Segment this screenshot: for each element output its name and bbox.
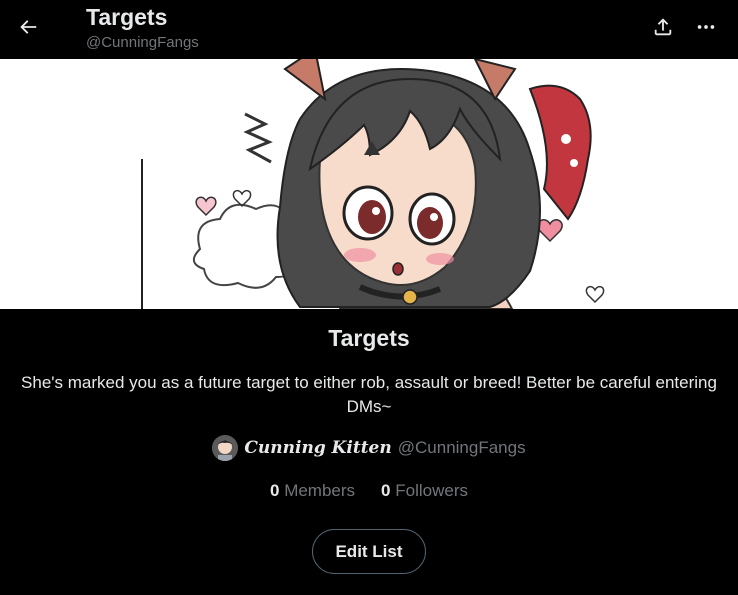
arrow-left-icon bbox=[20, 20, 37, 34]
back-button[interactable] bbox=[8, 7, 48, 47]
top-header: Targets @CunningFangs bbox=[0, 0, 738, 59]
anime-character-illustration bbox=[0, 59, 738, 309]
followers-count: 0 bbox=[381, 481, 391, 500]
members-label: Members bbox=[284, 481, 356, 500]
header-handle: @CunningFangs bbox=[86, 34, 199, 51]
more-options-button[interactable] bbox=[686, 7, 726, 47]
share-upload-icon bbox=[654, 18, 672, 36]
header-title: Targets bbox=[86, 4, 168, 30]
list-stats: 0 Members 0 Followers bbox=[0, 481, 738, 503]
owner-handle[interactable]: @CunningFangs bbox=[398, 438, 526, 458]
members-stat[interactable]: 0 Members bbox=[270, 481, 355, 503]
list-banner-image bbox=[0, 59, 738, 309]
edit-list-button[interactable]: Edit List bbox=[312, 529, 426, 574]
list-description: She's marked you as a future target to e… bbox=[21, 373, 717, 416]
list-name: Targets bbox=[328, 325, 410, 351]
list-owner[interactable]: Cunning Kitten @CunningFangs bbox=[0, 435, 738, 461]
avatar-image bbox=[212, 435, 239, 461]
owner-avatar[interactable] bbox=[212, 435, 239, 461]
owner-display-name[interactable]: Cunning Kitten bbox=[244, 438, 391, 458]
members-count: 0 bbox=[269, 481, 280, 500]
more-horizontal-icon bbox=[697, 25, 715, 29]
followers-label: Followers bbox=[395, 481, 468, 500]
share-button[interactable] bbox=[643, 7, 683, 47]
followers-stat[interactable]: 0 Followers bbox=[381, 481, 468, 503]
